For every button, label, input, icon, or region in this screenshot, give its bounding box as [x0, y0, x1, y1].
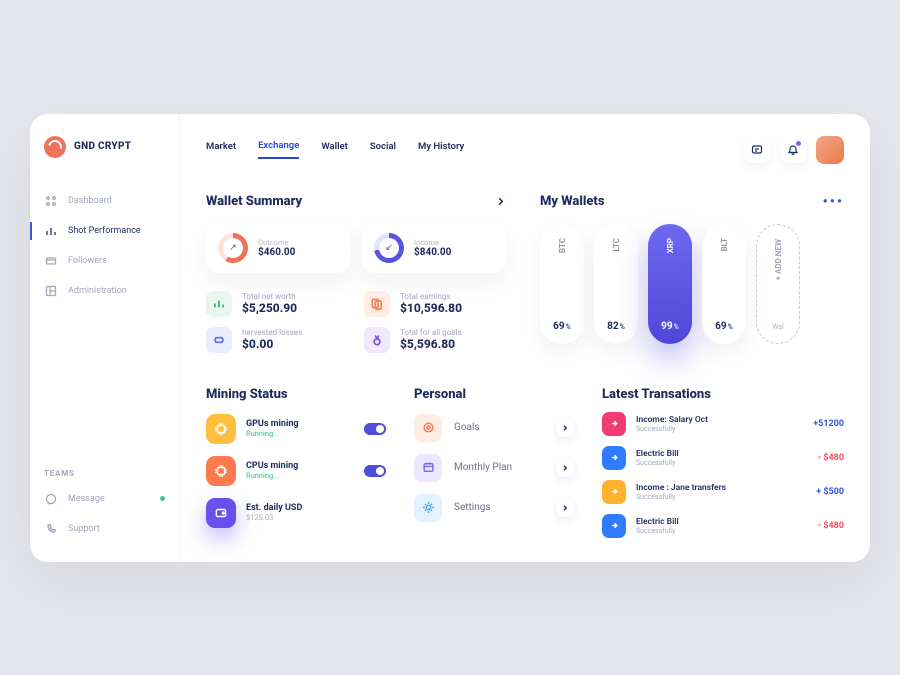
wallet-row: BTC69%LTC82%XRP99%BLT69%+ ADD NEWWal	[540, 224, 844, 344]
top-grid: Wallet Summary ↗ Outcome$460.00 ↙ Income…	[206, 194, 844, 353]
chevron-right-icon[interactable]	[495, 196, 506, 207]
unread-dot-icon	[160, 496, 165, 501]
sidebar-item-admin[interactable]: Administration	[30, 276, 179, 306]
personal-item[interactable]: Goals	[414, 414, 574, 442]
mining-toggle[interactable]	[364, 423, 386, 435]
personal-icon	[414, 414, 442, 442]
mining-item: Est. daily USD$125.03	[206, 498, 386, 528]
summary-title: Wallet Summary	[206, 194, 302, 209]
wallet-summary: Wallet Summary ↗ Outcome$460.00 ↙ Income…	[206, 194, 506, 353]
transaction-row[interactable]: Electric BillSuccessfully- $480	[602, 446, 844, 470]
personal-list: Goals Monthly Plan Settings	[414, 414, 574, 522]
bars-icon	[44, 224, 58, 238]
personal-icon	[414, 494, 442, 522]
wallet-pill-blt[interactable]: BLT69%	[702, 224, 746, 344]
wallet-add-button[interactable]: + ADD NEWWal	[756, 224, 800, 344]
arrow-icon	[602, 514, 626, 538]
wallets-header: My Wallets •••	[540, 194, 844, 210]
stat-icon	[206, 291, 232, 317]
brand-icon	[44, 136, 66, 158]
personal-item[interactable]: Monthly Plan	[414, 454, 574, 482]
mining-list: GPUs miningRunning... CPUs miningRunning.…	[206, 414, 386, 528]
personal-item[interactable]: Settings	[414, 494, 574, 522]
arrow-icon	[602, 446, 626, 470]
chat-icon	[44, 492, 58, 506]
tab-social[interactable]: Social	[370, 141, 396, 158]
mining-status: Mining Status GPUs miningRunning... CPUs …	[206, 387, 386, 538]
mining-toggle[interactable]	[364, 465, 386, 477]
mining-icon	[206, 414, 236, 444]
arrow-icon	[602, 412, 626, 436]
tab-exchange[interactable]: Exchange	[258, 140, 299, 159]
mining-icon	[206, 498, 236, 528]
stat-item: Total earnings$10,596.80	[364, 291, 506, 317]
mining-icon	[206, 456, 236, 486]
messages-button[interactable]	[744, 137, 770, 163]
summary-cards: ↗ Outcome$460.00 ↙ Income$840.00	[206, 223, 506, 273]
wallet-pill-xrp[interactable]: XRP99%	[648, 224, 692, 344]
grid-icon	[44, 194, 58, 208]
avatar[interactable]	[816, 136, 844, 164]
phone-icon	[44, 522, 58, 536]
income-card[interactable]: ↙ Income$840.00	[362, 223, 506, 273]
personal-title: Personal	[414, 387, 574, 402]
sidebar: GND CRYPT Dashboard Shot Performance Fol…	[30, 114, 180, 562]
chevron-right-icon	[556, 419, 574, 437]
brand-name: GND CRYPT	[74, 141, 131, 152]
transactions-section: Latest Transations Income: Salary OctSuc…	[602, 387, 844, 538]
sidebar-item-performance[interactable]: Shot Performance	[30, 216, 179, 246]
transactions-list: Income: Salary OctSuccessfully+51200 Elec…	[602, 412, 844, 538]
mining-item: GPUs miningRunning...	[206, 414, 386, 444]
stat-item: harvested losses$0.00	[206, 327, 348, 353]
mining-item: CPUs miningRunning...	[206, 456, 386, 486]
more-icon[interactable]: •••	[823, 194, 844, 210]
summary-title-row: Wallet Summary	[206, 194, 506, 209]
sidebar-item-followers[interactable]: Followers	[30, 246, 179, 276]
layout-icon	[44, 284, 58, 298]
stat-item: Total for all goals$5,596.80	[364, 327, 506, 353]
chevron-right-icon	[556, 499, 574, 517]
stat-icon	[364, 327, 390, 353]
my-wallets: My Wallets ••• BTC69%LTC82%XRP99%BLT69%+…	[540, 194, 844, 353]
income-ring-icon: ↙	[374, 233, 404, 263]
arrow-icon	[602, 480, 626, 504]
teams-heading: TEAMS	[30, 469, 179, 484]
wallets-title: My Wallets	[540, 194, 605, 209]
tab-wallet[interactable]: Wallet	[321, 141, 348, 158]
card-icon	[44, 254, 58, 268]
sidebar-nav: Dashboard Shot Performance Followers Adm…	[30, 186, 179, 306]
transaction-row[interactable]: Electric BillSuccessfully- $480	[602, 514, 844, 538]
top-actions	[744, 136, 844, 164]
notifications-button[interactable]	[780, 137, 806, 163]
wallet-pill-btc[interactable]: BTC69%	[540, 224, 584, 344]
wallet-pill-ltc[interactable]: LTC82%	[594, 224, 638, 344]
stat-icon	[364, 291, 390, 317]
chat-square-icon	[751, 144, 763, 156]
outcome-card[interactable]: ↗ Outcome$460.00	[206, 223, 350, 273]
outcome-ring-icon: ↗	[218, 233, 248, 263]
chevron-right-icon	[556, 459, 574, 477]
main-content: Market Exchange Wallet Social My History…	[180, 114, 870, 562]
stat-item: Total net worth$5,250.90	[206, 291, 348, 317]
app-window: GND CRYPT Dashboard Shot Performance Fol…	[30, 114, 870, 562]
mining-title: Mining Status	[206, 387, 386, 402]
bottom-grid: Mining Status GPUs miningRunning... CPUs …	[206, 387, 844, 538]
personal-section: Personal Goals Monthly Plan Settings	[414, 387, 574, 538]
sidebar-item-support[interactable]: Support	[30, 514, 179, 544]
transactions-title: Latest Transations	[602, 387, 844, 402]
stat-icon	[206, 327, 232, 353]
transaction-row[interactable]: Income: Salary OctSuccessfully+51200	[602, 412, 844, 436]
sidebar-item-dashboard[interactable]: Dashboard	[30, 186, 179, 216]
tab-market[interactable]: Market	[206, 141, 236, 158]
summary-stats: Total net worth$5,250.90 Total earnings$1…	[206, 291, 506, 353]
personal-icon	[414, 454, 442, 482]
transaction-row[interactable]: Income : Jane transfersSuccessfully+ $50…	[602, 480, 844, 504]
brand-logo[interactable]: GND CRYPT	[30, 136, 179, 186]
notification-dot-icon	[796, 141, 801, 146]
sidebar-footer-nav: Message Support	[30, 484, 179, 544]
tab-history[interactable]: My History	[418, 141, 464, 158]
sidebar-item-message[interactable]: Message	[30, 484, 179, 514]
topbar: Market Exchange Wallet Social My History	[206, 136, 844, 164]
